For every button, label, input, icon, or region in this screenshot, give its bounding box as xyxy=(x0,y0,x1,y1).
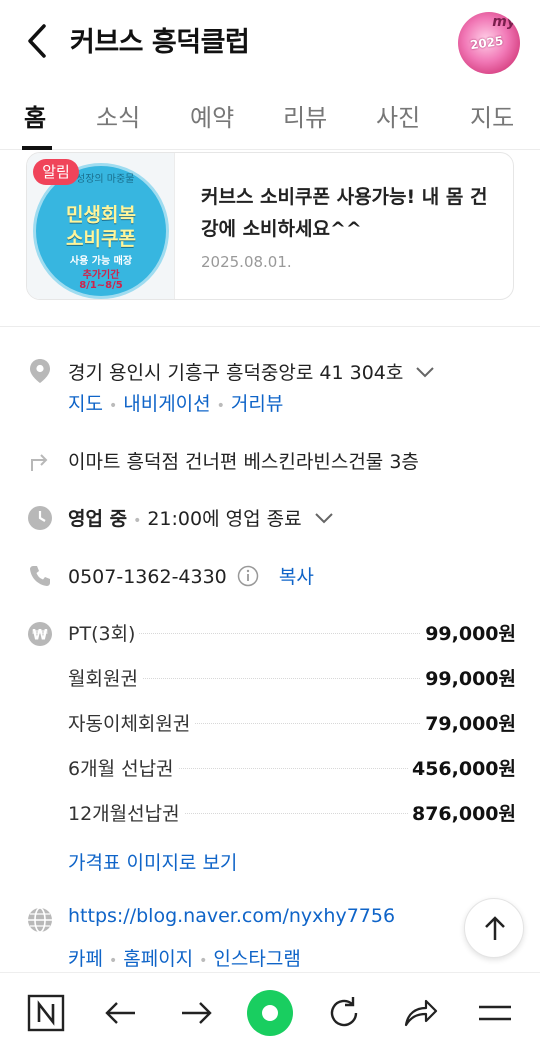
notice-thumbnail: 성장의 마중물 민생회복 소비쿠폰 사용 가능 매장 추가기간 8/1~8/5 … xyxy=(27,153,175,299)
separator-dot: • xyxy=(133,513,142,529)
tab-home[interactable]: 홈 xyxy=(24,98,46,133)
svg-text:₩: ₩ xyxy=(32,628,48,644)
cafe-link[interactable]: 카페 xyxy=(68,948,103,970)
avatar[interactable]: my 2025 xyxy=(458,12,520,74)
coupon-line5: 8/1~8/5 xyxy=(79,280,123,291)
address-links: 지도 • 내비게이션 • 거리뷰 xyxy=(68,389,283,416)
won-coin-icon: ₩ xyxy=(26,620,54,648)
price-value: 876,000원 xyxy=(407,799,516,826)
back-arrow-icon[interactable] xyxy=(99,991,143,1035)
price-value: 456,000원 xyxy=(407,754,516,781)
price-value: 99,000원 xyxy=(421,664,516,691)
tab-news[interactable]: 소식 xyxy=(96,98,140,133)
price-row: 월회원권 99,000원 xyxy=(68,664,516,694)
clock-icon xyxy=(26,504,54,532)
coupon-line4: 추가기간 xyxy=(82,270,120,281)
price-row: 6개월 선납권 456,000원 xyxy=(68,754,516,784)
notice-card[interactable]: 성장의 마중물 민생회복 소비쿠폰 사용 가능 매장 추가기간 8/1~8/5 … xyxy=(26,152,514,300)
price-name: PT(3회) xyxy=(68,619,140,646)
navigation-link[interactable]: 내비게이션 xyxy=(123,393,210,415)
arrow-up-icon xyxy=(485,916,505,940)
instagram-link[interactable]: 인스타그램 xyxy=(213,948,300,970)
price-value: 79,000원 xyxy=(421,709,516,736)
refresh-icon[interactable] xyxy=(322,991,366,1035)
phone-icon xyxy=(26,562,54,590)
price-image-link[interactable]: 가격표 이미지로 보기 xyxy=(68,848,237,875)
price-value: 99,000원 xyxy=(421,619,516,646)
notice-date: 2025.08.01. xyxy=(201,253,292,271)
price-name: 자동이체회원권 xyxy=(68,709,195,736)
price-row: 자동이체회원권 79,000원 xyxy=(68,709,516,739)
naver-green-dot-icon[interactable] xyxy=(246,989,294,1037)
forward-arrow-icon[interactable] xyxy=(174,991,218,1035)
section-divider xyxy=(0,326,540,327)
directions-text: 이마트 흥덕점 건너편 베스킨라빈스건물 3층 xyxy=(68,451,419,473)
separator-dot: • xyxy=(108,398,118,414)
tab-map[interactable]: 지도 xyxy=(470,98,514,133)
coupon-line2: 소비쿠폰 xyxy=(66,228,136,250)
website-url[interactable]: https://blog.naver.com/nyxhy7756 xyxy=(68,905,395,927)
separator-dot: • xyxy=(199,953,208,969)
phone-number[interactable]: 0507-1362-4330 xyxy=(68,566,227,588)
directions-arrow-icon xyxy=(26,447,54,475)
coupon-line1: 민생회복 xyxy=(66,204,136,226)
scroll-to-top-button[interactable] xyxy=(464,898,524,958)
tab-reservation[interactable]: 예약 xyxy=(190,98,234,133)
chevron-left-icon[interactable] xyxy=(20,22,54,60)
coupon-ring-text: 성장의 마중물 xyxy=(76,174,135,185)
price-row: 12개월선납권 876,000원 xyxy=(68,799,516,829)
avatar-my-text: my xyxy=(492,14,516,30)
tab-photos[interactable]: 사진 xyxy=(376,98,420,133)
app-header: 커브스 흥덕클럽 my 2025 xyxy=(0,0,540,82)
alert-badge: 알림 xyxy=(33,159,79,185)
separator-dot: • xyxy=(108,953,118,969)
chevron-down-icon[interactable] xyxy=(314,508,334,524)
hours-detail: 21:00에 영업 종료 xyxy=(147,508,302,530)
price-row: PT(3회) 99,000원 xyxy=(68,619,516,649)
coupon-line3: 사용 가능 매장 xyxy=(69,256,133,267)
globe-icon xyxy=(26,906,54,934)
price-name: 월회원권 xyxy=(68,664,142,691)
active-tab-indicator xyxy=(22,146,52,150)
copy-phone-button[interactable]: 복사 xyxy=(279,566,314,588)
hours-row[interactable]: 영업 중 • 21:00에 영업 종료 xyxy=(68,504,334,531)
info-icon[interactable] xyxy=(237,565,259,587)
phone-row: 0507-1362-4330 복사 xyxy=(68,562,314,589)
street-view-link[interactable]: 거리뷰 xyxy=(231,393,283,415)
chevron-down-icon[interactable] xyxy=(415,362,435,378)
website-links: 카페 • 홈페이지 • 인스타그램 xyxy=(68,944,301,971)
avatar-year-text: 2025 xyxy=(469,33,505,53)
naver-n-icon[interactable] xyxy=(24,991,68,1035)
page-title: 커브스 흥덕클럽 xyxy=(70,27,250,58)
location-pin-icon xyxy=(26,357,54,385)
price-name: 12개월선납권 xyxy=(68,799,184,826)
share-icon[interactable] xyxy=(398,991,442,1035)
address-row[interactable]: 경기 용인시 기흥구 흥덕중앙로 41 304호 xyxy=(68,358,435,385)
browser-bottom-bar xyxy=(0,972,540,1052)
notice-title[interactable]: 커브스 소비쿠폰 사용가능! 내 몸 건강에 소비하세요^^ xyxy=(201,181,501,245)
hours-status: 영업 중 xyxy=(68,508,128,530)
price-name: 6개월 선납권 xyxy=(68,754,178,781)
map-link[interactable]: 지도 xyxy=(68,393,103,415)
menu-icon[interactable] xyxy=(473,991,517,1035)
homepage-link[interactable]: 홈페이지 xyxy=(123,948,193,970)
address-text: 경기 용인시 기흥구 흥덕중앙로 41 304호 xyxy=(68,362,404,384)
tab-reviews[interactable]: 리뷰 xyxy=(283,98,327,133)
tab-bar: 홈 소식 예약 리뷰 사진 지도 xyxy=(0,90,540,150)
separator-dot: • xyxy=(216,398,225,414)
